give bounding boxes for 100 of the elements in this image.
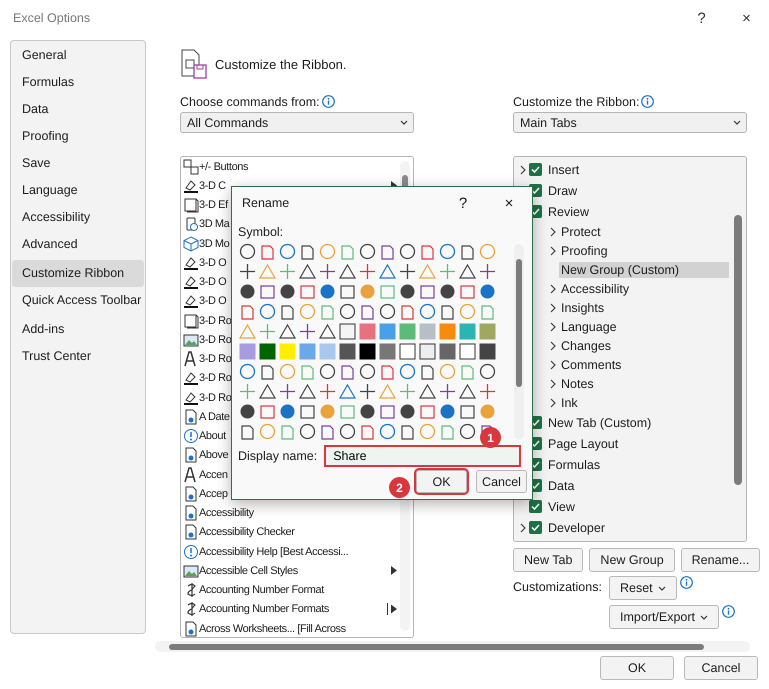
sidebar-item[interactable]: Save — [12, 150, 144, 177]
ribbon-group[interactable]: Accessibility — [559, 280, 632, 296]
command-item[interactable]: Accessible Cell Styles — [199, 564, 298, 577]
checkbox[interactable] — [529, 163, 542, 176]
command-item[interactable]: 3-D Ro — [199, 353, 232, 366]
ribbon-tab[interactable]: View — [546, 498, 577, 514]
question-icon — [183, 428, 199, 444]
command-item[interactable]: Across Worksheets... [Fill Across — [199, 622, 346, 635]
command-item[interactable]: A Date — [199, 410, 230, 423]
import-export-button[interactable]: Import/Export — [609, 605, 720, 629]
command-item[interactable]: 3D Ma — [199, 218, 230, 230]
chevron-icon[interactable] — [550, 340, 556, 350]
command-item[interactable]: Accessibility — [199, 507, 254, 520]
sidebar-item[interactable]: Language — [12, 177, 144, 204]
command-item[interactable]: 3-D Ro — [199, 392, 232, 404]
command-item[interactable]: Accessibility Checker — [199, 526, 295, 538]
command-item[interactable]: Accen — [199, 468, 228, 481]
chevron-icon[interactable] — [520, 164, 526, 174]
chevron-icon[interactable] — [550, 398, 556, 408]
command-item[interactable]: Accounting Number Format — [199, 584, 324, 596]
display-name-field[interactable]: Share — [326, 447, 520, 465]
sidebar-item[interactable]: Trust Center — [12, 343, 144, 370]
ribbon-button[interactable]: New Group — [589, 548, 675, 572]
field-label: Customize the Ribbon: — [513, 94, 640, 108]
command-item[interactable]: 3-D Ro — [199, 314, 232, 327]
ribbon-button[interactable]: New Tab — [513, 548, 584, 572]
command-item[interactable]: 3-D O — [199, 295, 226, 308]
ribbon-tab[interactable]: Formulas — [546, 456, 602, 472]
command-item[interactable]: Accounting Number Formats — [199, 603, 329, 616]
checkbox[interactable] — [529, 521, 542, 534]
help-button[interactable]: ? — [440, 194, 486, 212]
ribbon-tab[interactable]: New Tab (Custom) — [546, 414, 654, 430]
submenu-arrow-icon — [391, 566, 397, 576]
ribbon-tab[interactable]: Draw — [546, 182, 580, 198]
command-item[interactable]: 3-D C — [199, 180, 226, 192]
command-item[interactable]: 3D Mo — [199, 238, 230, 250]
close-button[interactable]: × — [486, 194, 532, 212]
help-button[interactable]: ? — [679, 10, 724, 26]
ribbon-tab[interactable]: Data — [546, 478, 576, 494]
cancel-button[interactable]: Cancel — [684, 656, 758, 680]
chevron-icon[interactable] — [550, 284, 556, 294]
ribbon-group[interactable]: Protect — [559, 224, 603, 240]
customizations-label: Customizations: — [513, 580, 603, 596]
ribbon-tab[interactable]: Page Layout — [546, 436, 620, 452]
ribbon-button[interactable]: Rename... — [680, 548, 760, 572]
document-icon — [183, 447, 199, 464]
info-icon — [641, 95, 654, 108]
sidebar-item[interactable]: General — [12, 42, 144, 69]
command-item[interactable]: 3-D O — [199, 256, 226, 269]
command-item[interactable]: Accep — [199, 488, 228, 500]
ribbon-group[interactable]: Comments — [559, 356, 624, 372]
chevron-icon[interactable] — [550, 302, 556, 312]
chevron-icon[interactable] — [550, 246, 556, 256]
sidebar-item[interactable]: Formulas — [12, 69, 144, 96]
commands-dropdown[interactable]: All Commands — [180, 112, 414, 133]
sidebar-item[interactable]: Accessibility — [12, 204, 144, 231]
chevron-icon[interactable] — [520, 522, 526, 532]
sidebar-item[interactable]: Quick Access Toolbar — [12, 287, 144, 314]
command-item[interactable]: 3-D Ef — [199, 199, 228, 212]
chevron-icon[interactable] — [550, 226, 556, 236]
ribbon-group[interactable]: New Group (Custom) — [559, 262, 729, 278]
cancel-button[interactable]: Cancel — [476, 470, 527, 493]
command-item[interactable]: 3-D Ro — [199, 334, 232, 346]
command-item[interactable]: About — [199, 430, 226, 442]
info-icon — [680, 576, 693, 589]
document-icon — [183, 524, 199, 540]
reset-button[interactable]: Reset — [609, 576, 677, 600]
ribbon-group[interactable]: Language — [559, 318, 619, 334]
ribbon-group[interactable]: Notes — [559, 376, 596, 392]
ok-button[interactable]: OK — [416, 470, 467, 493]
command-item[interactable]: Above — [199, 449, 228, 462]
document-icon — [183, 486, 199, 502]
caret-icon — [733, 120, 741, 125]
scrollbar[interactable] — [155, 641, 750, 652]
command-item[interactable]: Accessibility Help [Best Accessi... — [199, 546, 348, 558]
sidebar-item[interactable]: Data — [12, 96, 144, 123]
ribbon-group[interactable]: Insights — [559, 300, 606, 316]
command-item[interactable]: +/- Buttons — [199, 160, 248, 173]
ribbon-tab[interactable]: Review — [546, 204, 591, 220]
field-label: Choose commands from: — [180, 94, 320, 108]
tabs-dropdown[interactable]: Main Tabs — [513, 112, 747, 133]
ribbon-tab[interactable]: Developer — [546, 520, 607, 536]
sidebar-item[interactable]: Proofing — [12, 123, 144, 150]
ribbon-tab[interactable]: Insert — [546, 162, 582, 178]
ribbon-group[interactable]: Ink — [559, 394, 580, 410]
command-item[interactable]: 3-D O — [199, 276, 226, 288]
chevron-icon[interactable] — [550, 322, 556, 332]
sidebar-item[interactable]: Advanced — [12, 231, 144, 258]
close-button[interactable]: × — [724, 10, 769, 26]
command-item[interactable]: 3-D Ro — [199, 372, 232, 384]
info-icon — [722, 605, 736, 618]
chevron-icon[interactable] — [550, 360, 556, 370]
ribbon-group[interactable]: Proofing — [559, 242, 610, 258]
chevron-icon[interactable] — [550, 378, 556, 388]
ribbon-group[interactable]: Changes — [559, 338, 614, 354]
document-icon — [183, 408, 199, 425]
sidebar-item[interactable]: Add-ins — [12, 316, 144, 343]
ok-button[interactable]: OK — [600, 656, 674, 680]
checkbox[interactable] — [529, 500, 542, 513]
sidebar-item[interactable]: Customize Ribbon — [12, 260, 144, 287]
